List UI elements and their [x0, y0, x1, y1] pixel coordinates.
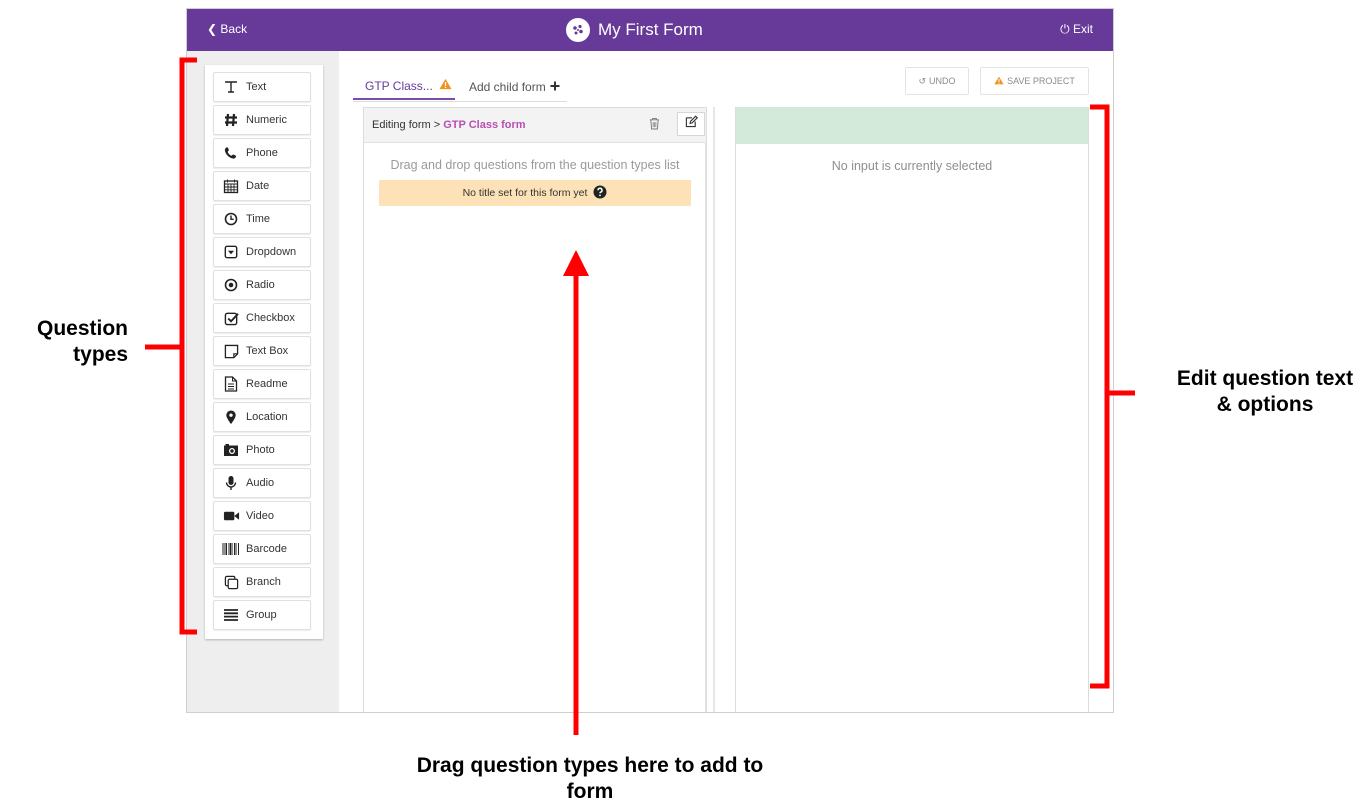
edit-question-annotation: Edit question text & options — [1176, 367, 1354, 416]
drag-here-annotation: Drag question types here to add to form — [416, 754, 764, 803]
annotation-overlay — [145, 57, 1135, 735]
question-types-bracket — [145, 57, 197, 635]
question-types-annotation: Question types — [36, 317, 128, 366]
drag-here-arrowhead — [563, 250, 589, 276]
edit-question-bracket — [1090, 104, 1135, 689]
